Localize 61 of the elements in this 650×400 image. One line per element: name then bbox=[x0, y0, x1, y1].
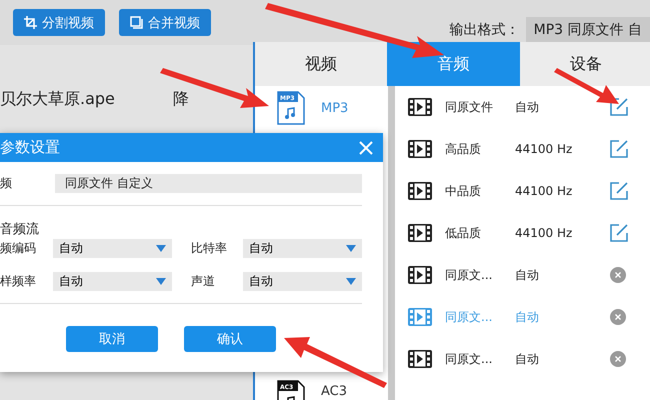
delete-icon[interactable] bbox=[610, 351, 626, 367]
preset-name: 低品质 bbox=[445, 224, 482, 242]
edit-icon[interactable] bbox=[610, 182, 628, 200]
preset-value: 自动 bbox=[515, 350, 540, 368]
preset-row[interactable]: 同原文... 自动 bbox=[395, 254, 650, 296]
output-format-field[interactable]: MP3 同原文件 自 bbox=[526, 16, 650, 42]
output-format-label: 输出格式： bbox=[450, 20, 520, 38]
delete-icon[interactable] bbox=[610, 309, 626, 325]
preset-name: 同原文... bbox=[445, 308, 494, 326]
field-label: 比特率 bbox=[190, 240, 228, 257]
file-name: 降 bbox=[172, 89, 189, 110]
film-icon bbox=[408, 224, 432, 242]
dropdown-caret-icon bbox=[156, 245, 166, 252]
field-label: 样频率 bbox=[0, 273, 37, 290]
merge-video-button[interactable]: 合并视频 bbox=[119, 9, 211, 36]
preset-row[interactable]: 中品质 44100 Hz bbox=[395, 170, 650, 212]
preset-value: 自动 bbox=[515, 308, 540, 326]
film-icon bbox=[408, 350, 432, 368]
preset-name: 同原文件 bbox=[445, 98, 494, 116]
dropdown[interactable]: 自动 bbox=[53, 239, 172, 258]
preset-value: 自动 bbox=[515, 266, 540, 284]
film-icon bbox=[408, 266, 432, 284]
film-icon bbox=[408, 140, 432, 158]
edit-icon[interactable] bbox=[610, 224, 628, 242]
section-title: 音频流 bbox=[0, 221, 40, 238]
edit-icon[interactable] bbox=[610, 140, 628, 158]
crop-icon bbox=[24, 16, 37, 29]
film-icon bbox=[408, 182, 432, 200]
dropdown[interactable]: 自动 bbox=[243, 239, 362, 258]
preset-row[interactable]: 同原文... 自动 bbox=[395, 338, 650, 380]
dropdown-caret-icon bbox=[346, 245, 356, 252]
format-item[interactable]: AC3 bbox=[321, 384, 348, 399]
preset-name: 同原文... bbox=[445, 350, 494, 368]
preset-value: 自动 bbox=[515, 98, 540, 116]
film-icon bbox=[408, 308, 432, 326]
dialog-title: 参数设置 bbox=[0, 138, 60, 157]
field-label: 频 bbox=[0, 175, 13, 192]
format-tab[interactable]: 设备 bbox=[520, 42, 650, 86]
split-video-button[interactable]: 分割视频 bbox=[13, 9, 105, 36]
close-icon[interactable] bbox=[359, 140, 373, 154]
preset-value: 44100 Hz bbox=[515, 226, 574, 240]
edit-icon[interactable] bbox=[610, 98, 628, 116]
dropdown-caret-icon bbox=[346, 278, 356, 285]
dropdown[interactable]: 自动 bbox=[243, 272, 362, 291]
dropdown[interactable]: 自动 bbox=[53, 272, 172, 291]
delete-icon[interactable] bbox=[610, 267, 626, 283]
field-label: 声道 bbox=[190, 273, 216, 290]
field-label: 频编码 bbox=[0, 240, 37, 257]
preset-name: 高品质 bbox=[445, 140, 482, 158]
file-name: 贝尔大草原.ape bbox=[0, 89, 115, 110]
preset-name: 同原文... bbox=[445, 266, 494, 284]
preset-row[interactable]: 低品质 44100 Hz bbox=[395, 212, 650, 254]
preset-name: 中品质 bbox=[445, 182, 482, 200]
preset-name-field[interactable]: 同原文件 自定义 bbox=[55, 174, 362, 193]
film-icon bbox=[408, 98, 432, 116]
copy-icon bbox=[130, 16, 143, 29]
preset-value: 44100 Hz bbox=[515, 184, 574, 198]
preset-value: 44100 Hz bbox=[515, 142, 574, 156]
format-tab[interactable]: 视频 bbox=[255, 42, 388, 86]
preset-row[interactable]: 高品质 44100 Hz bbox=[395, 128, 650, 170]
dropdown-caret-icon bbox=[156, 278, 166, 285]
